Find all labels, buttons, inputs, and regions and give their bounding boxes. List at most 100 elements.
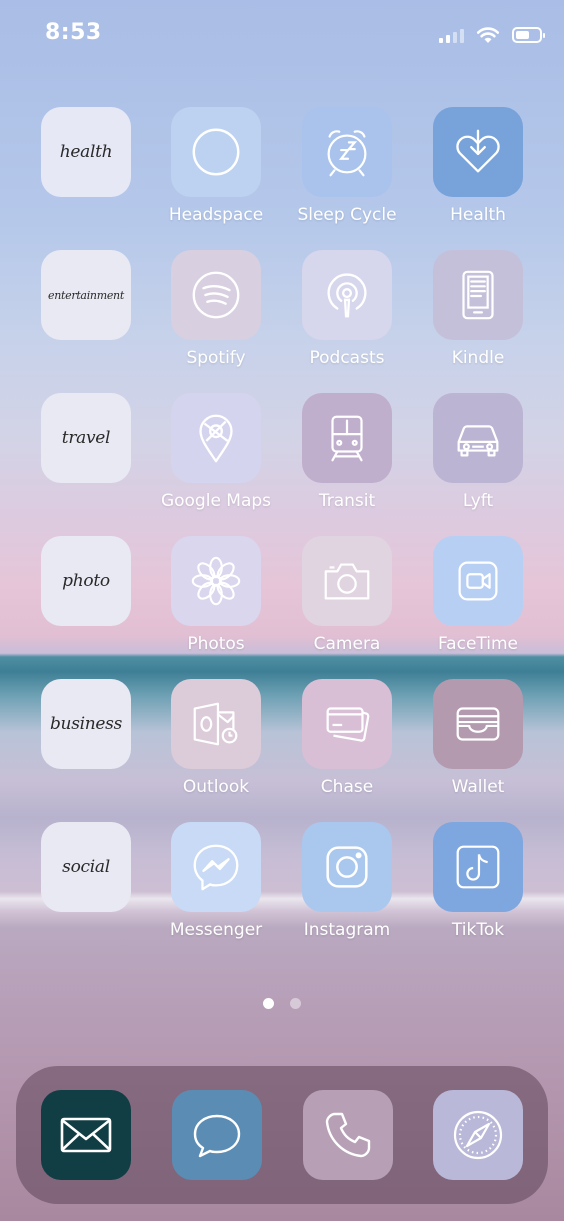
app-icon-tile[interactable] bbox=[171, 536, 261, 626]
wifi-icon bbox=[476, 27, 500, 43]
widget-health[interactable]: health bbox=[21, 107, 151, 247]
app-label: Outlook bbox=[182, 777, 250, 797]
app-icon-tile[interactable] bbox=[302, 107, 392, 197]
page-indicator[interactable] bbox=[0, 998, 564, 1009]
app-outlook[interactable]: Outlook bbox=[151, 679, 281, 819]
app-photos[interactable]: Photos bbox=[151, 536, 281, 676]
dock-safari[interactable] bbox=[433, 1090, 523, 1180]
app-icon-tile[interactable] bbox=[433, 107, 523, 197]
dock-phone[interactable] bbox=[303, 1090, 393, 1180]
app-label: Lyft bbox=[462, 491, 494, 511]
widget-entertainment[interactable]: entertainment bbox=[21, 250, 151, 390]
app-label: Wallet bbox=[451, 777, 505, 797]
headspace-icon bbox=[192, 128, 240, 176]
podcasts-icon bbox=[327, 273, 367, 318]
app-instagram[interactable]: Instagram bbox=[282, 822, 412, 962]
widget-social[interactable]: social bbox=[21, 822, 151, 962]
app-label: Instagram bbox=[303, 920, 391, 940]
widget-tile[interactable]: business bbox=[41, 679, 131, 769]
app-podcasts[interactable]: Podcasts bbox=[282, 250, 412, 390]
widget-label: entertainment bbox=[48, 288, 124, 302]
ereader-icon bbox=[462, 270, 494, 320]
battery-icon bbox=[512, 27, 545, 43]
compass-icon bbox=[453, 1110, 503, 1160]
messenger-icon bbox=[193, 844, 239, 891]
app-label: Chase bbox=[320, 777, 374, 797]
app-google-maps[interactable]: Google Maps bbox=[151, 393, 281, 533]
dock bbox=[16, 1066, 548, 1204]
app-camera[interactable]: Camera bbox=[282, 536, 412, 676]
page-dot[interactable] bbox=[290, 998, 301, 1009]
app-icon-tile[interactable] bbox=[433, 393, 523, 483]
dock-messages[interactable] bbox=[172, 1090, 262, 1180]
app-label: Sleep Cycle bbox=[297, 205, 397, 225]
app-label: Kindle bbox=[451, 348, 505, 368]
widget-travel[interactable]: travel bbox=[21, 393, 151, 533]
app-sleep-cycle[interactable]: Sleep Cycle bbox=[282, 107, 412, 247]
tiktok-icon bbox=[456, 845, 500, 889]
widget-label: travel bbox=[61, 428, 111, 448]
app-label: Podcasts bbox=[309, 348, 385, 368]
app-tiktok[interactable]: TikTok bbox=[413, 822, 543, 962]
credit-cards-icon bbox=[326, 707, 370, 742]
widget-label: photo bbox=[62, 571, 110, 591]
app-label: Google Maps bbox=[160, 491, 272, 511]
app-kindle[interactable]: Kindle bbox=[413, 250, 543, 390]
app-icon-tile[interactable] bbox=[433, 679, 523, 769]
app-label: TikTok bbox=[451, 920, 505, 940]
widget-tile[interactable]: social bbox=[41, 822, 131, 912]
widget-tile[interactable]: travel bbox=[41, 393, 131, 483]
cellular-signal-icon bbox=[439, 27, 464, 43]
mail-icon bbox=[60, 1117, 112, 1153]
app-facetime[interactable]: FaceTime bbox=[413, 536, 543, 676]
app-transit[interactable]: Transit bbox=[282, 393, 412, 533]
app-lyft[interactable]: Lyft bbox=[413, 393, 543, 533]
app-chase[interactable]: Chase bbox=[282, 679, 412, 819]
app-label: Photos bbox=[187, 634, 245, 654]
widget-business[interactable]: business bbox=[21, 679, 151, 819]
app-icon-tile[interactable] bbox=[302, 679, 392, 769]
widget-tile[interactable]: entertainment bbox=[41, 250, 131, 340]
app-wallet[interactable]: Wallet bbox=[413, 679, 543, 819]
widget-tile[interactable]: photo bbox=[41, 536, 131, 626]
app-icon-tile[interactable] bbox=[171, 250, 261, 340]
car-icon bbox=[457, 425, 499, 457]
map-pin-icon bbox=[199, 414, 233, 463]
app-label: FaceTime bbox=[437, 634, 519, 654]
app-icon-tile[interactable] bbox=[171, 822, 261, 912]
app-label: Health bbox=[450, 205, 506, 225]
app-icon-tile[interactable] bbox=[302, 822, 392, 912]
widget-label: business bbox=[49, 714, 123, 734]
message-bubble-icon bbox=[193, 1114, 241, 1158]
app-label: Spotify bbox=[186, 348, 246, 368]
app-icon-tile[interactable] bbox=[302, 393, 392, 483]
app-label: Camera bbox=[313, 634, 381, 654]
app-icon-tile[interactable] bbox=[302, 250, 392, 340]
video-camera-icon bbox=[458, 561, 498, 601]
widget-tile[interactable]: health bbox=[41, 107, 131, 197]
heart-download-icon bbox=[456, 129, 500, 173]
train-icon bbox=[331, 415, 363, 462]
app-messenger[interactable]: Messenger bbox=[151, 822, 281, 962]
app-headspace[interactable]: Headspace bbox=[151, 107, 281, 247]
app-icon-tile[interactable] bbox=[171, 393, 261, 483]
widget-photo[interactable]: photo bbox=[21, 536, 151, 676]
app-label: Messenger bbox=[169, 920, 263, 940]
page-dot-active[interactable] bbox=[263, 998, 274, 1009]
status-icons bbox=[439, 24, 545, 46]
status-bar: 8:53 bbox=[0, 0, 564, 70]
wallet-icon bbox=[456, 707, 500, 741]
dock-mail[interactable] bbox=[41, 1090, 131, 1180]
app-icon-tile[interactable] bbox=[302, 536, 392, 626]
app-icon-tile[interactable] bbox=[171, 107, 261, 197]
app-icon-tile[interactable] bbox=[433, 536, 523, 626]
phone-icon bbox=[325, 1112, 371, 1158]
app-icon-tile[interactable] bbox=[433, 822, 523, 912]
app-icon-tile[interactable] bbox=[171, 679, 261, 769]
app-health[interactable]: Health bbox=[413, 107, 543, 247]
instagram-icon bbox=[326, 846, 368, 888]
app-icon-tile[interactable] bbox=[433, 250, 523, 340]
app-spotify[interactable]: Spotify bbox=[151, 250, 281, 390]
camera-icon bbox=[324, 563, 370, 600]
spotify-icon bbox=[192, 271, 240, 319]
